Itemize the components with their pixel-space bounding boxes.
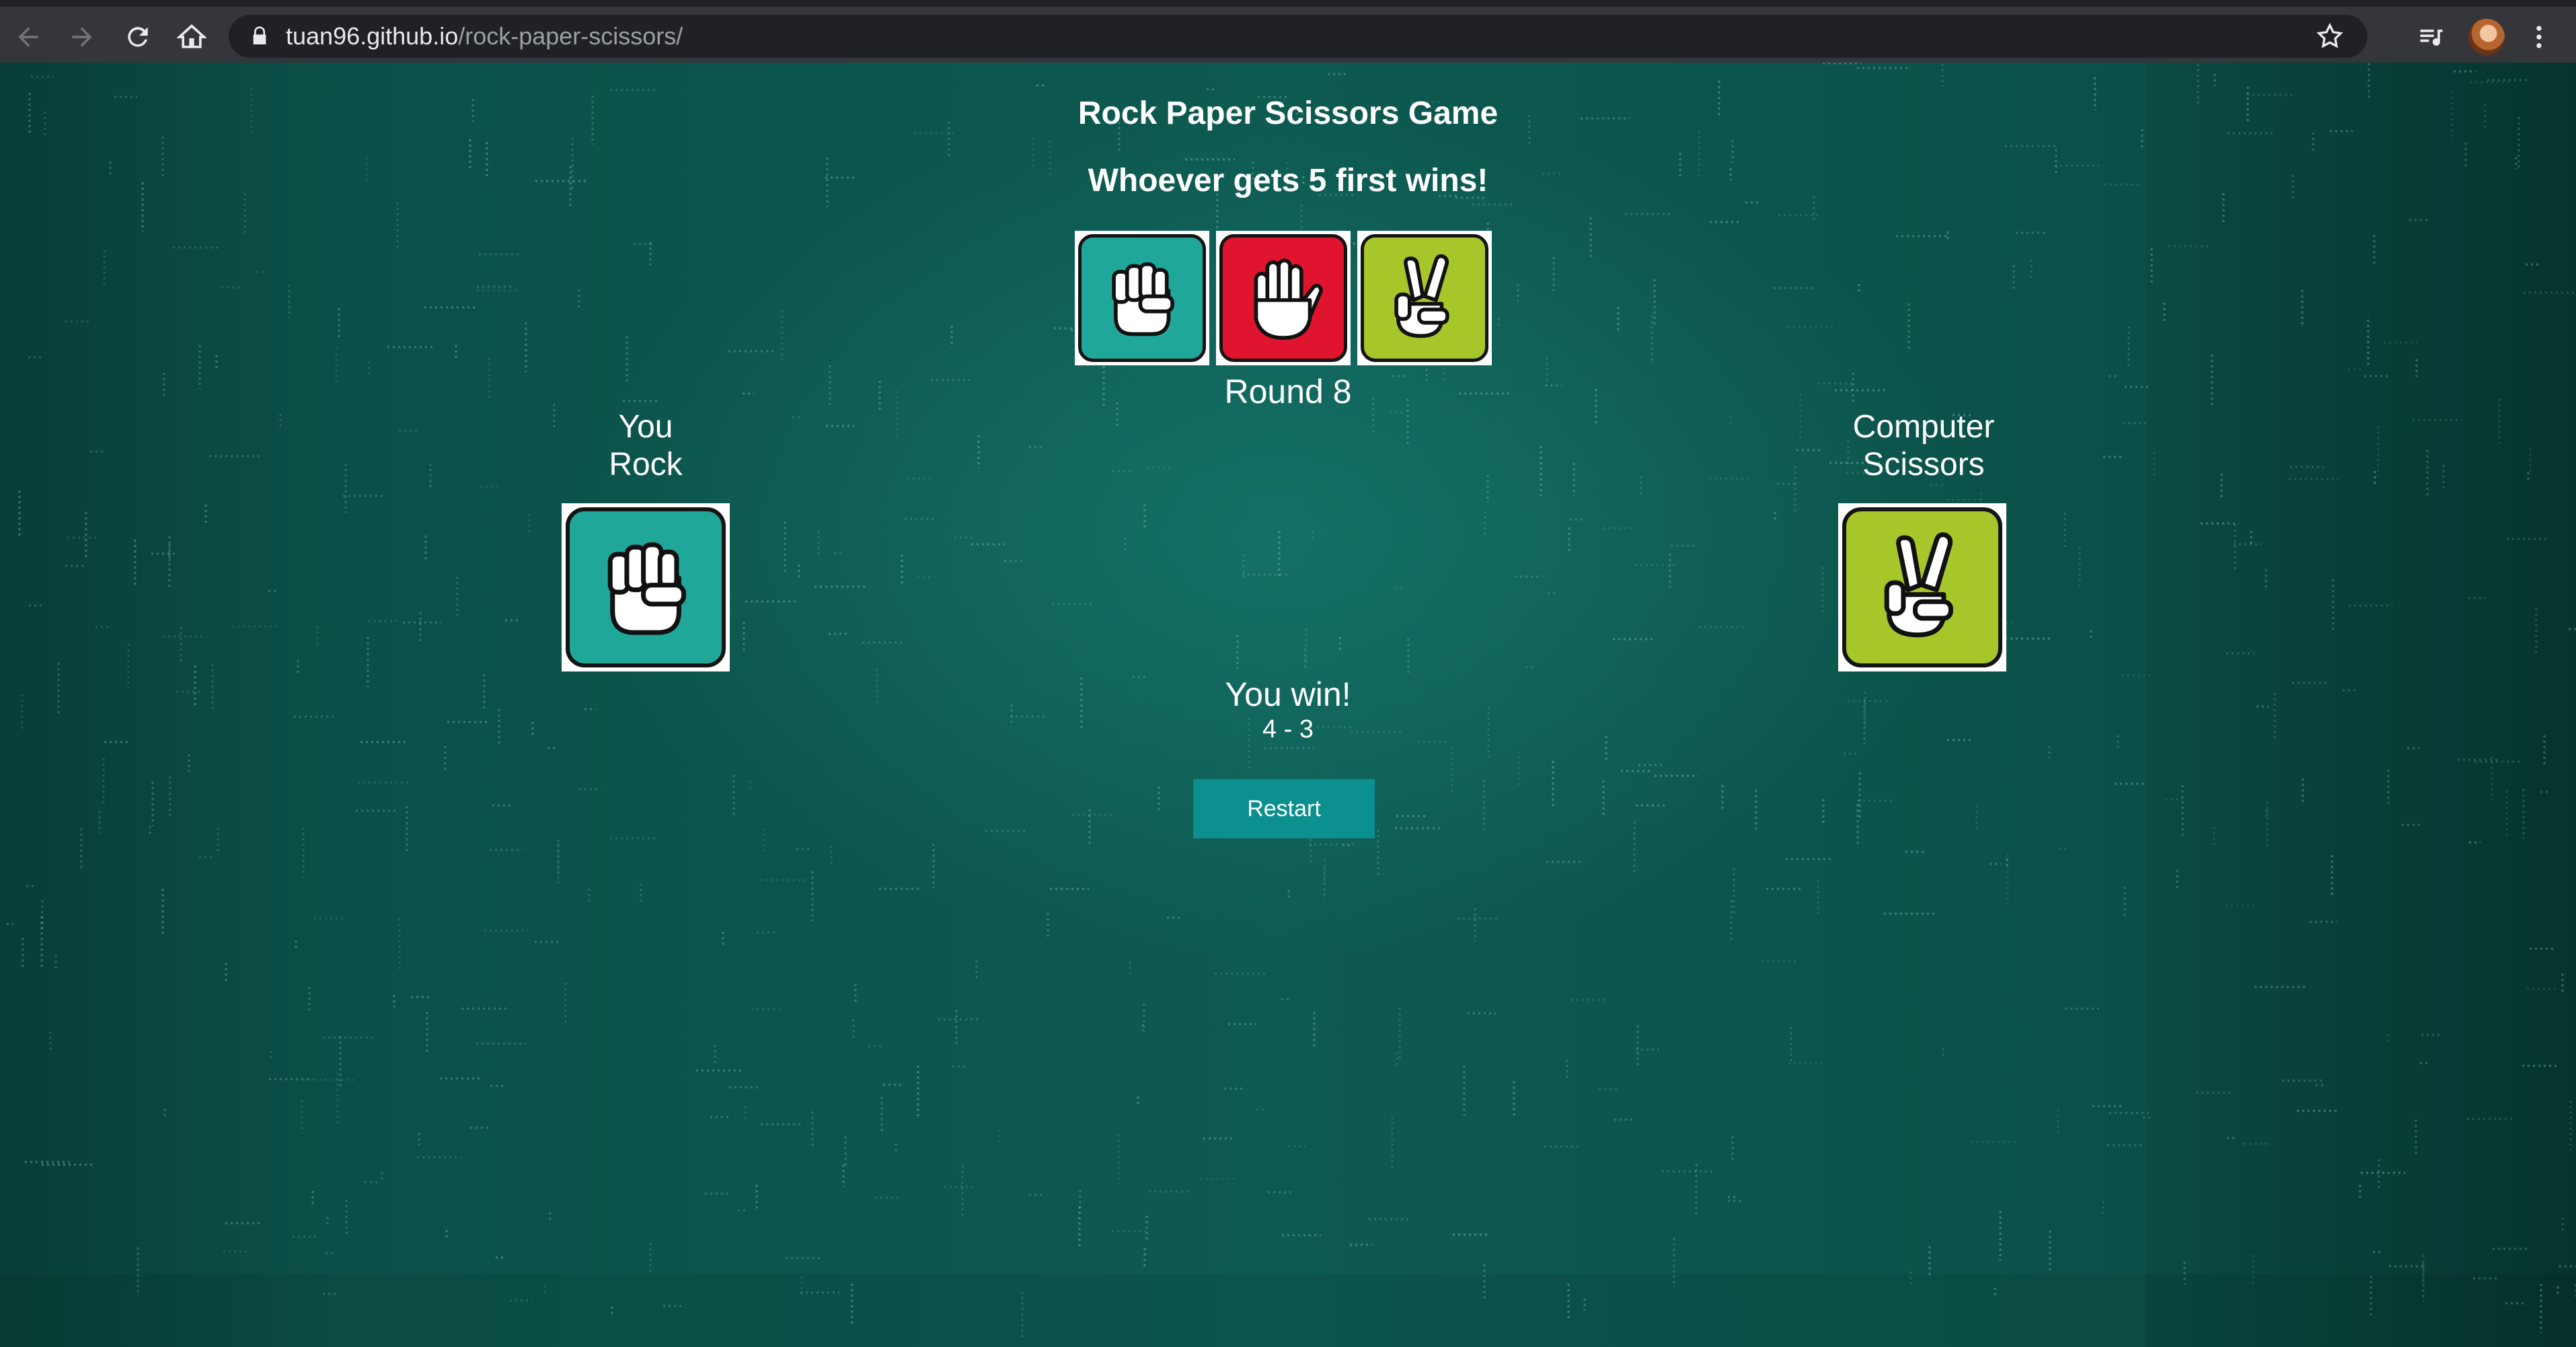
game-page: Rock Paper Scissors Game Whoever gets 5 … (0, 63, 2576, 1347)
computer-choice-card (1838, 503, 2006, 671)
game-rules: Whoever gets 5 first wins! (1088, 163, 1488, 198)
computer-scissors-tile (1842, 507, 2002, 667)
computer-label: Computer Scissors (1789, 408, 2058, 484)
url-domain: tuan96.github.io (286, 22, 459, 50)
paper-choice-button[interactable] (1216, 231, 1351, 365)
url-path: /rock-paper-scissors/ (458, 22, 683, 50)
computer-choice: Scissors (1862, 447, 1985, 482)
page-title: Rock Paper Scissors Game (1077, 96, 1499, 131)
fist-icon (1095, 251, 1189, 345)
back-icon[interactable] (8, 17, 48, 57)
scissors-choice-button[interactable] (1357, 231, 1492, 365)
result-message: You win! (1225, 676, 1351, 713)
media-queue-icon[interactable] (2411, 17, 2452, 57)
reload-icon[interactable] (118, 17, 158, 57)
paper-tile (1219, 234, 1347, 362)
scissors-tile (1361, 234, 1488, 362)
player-choice: Rock (609, 447, 683, 482)
browser-toolbar: tuan96.github.io/rock-paper-scissors/ (0, 0, 2576, 63)
player-rock-tile (566, 507, 726, 667)
peace-hand-icon (1863, 528, 1981, 647)
fist-icon (586, 528, 705, 647)
rock-tile (1078, 234, 1206, 362)
peace-hand-icon (1377, 251, 1472, 345)
rock-choice-button[interactable] (1075, 231, 1209, 365)
player-choice-card (562, 503, 730, 671)
menu-kebab-icon[interactable] (2519, 17, 2559, 57)
forward-icon[interactable] (62, 17, 102, 57)
round-counter: Round 8 (1224, 373, 1352, 410)
lock-icon[interactable] (249, 26, 270, 47)
profile-avatar[interactable] (2468, 19, 2505, 55)
restart-button[interactable]: Restart (1193, 779, 1375, 838)
address-bar[interactable]: tuan96.github.io/rock-paper-scissors/ (229, 15, 2367, 58)
choice-buttons (1075, 231, 1492, 365)
url-text[interactable]: tuan96.github.io/rock-paper-scissors/ (286, 15, 683, 58)
player-name: You (618, 409, 673, 445)
player-label: You Rock (511, 408, 780, 484)
bookmark-star-icon[interactable] (2315, 22, 2345, 51)
home-icon[interactable] (172, 17, 212, 57)
computer-name: Computer (1852, 409, 1995, 445)
score-display: 4 - 3 (1262, 715, 1314, 743)
open-hand-icon (1236, 251, 1330, 345)
